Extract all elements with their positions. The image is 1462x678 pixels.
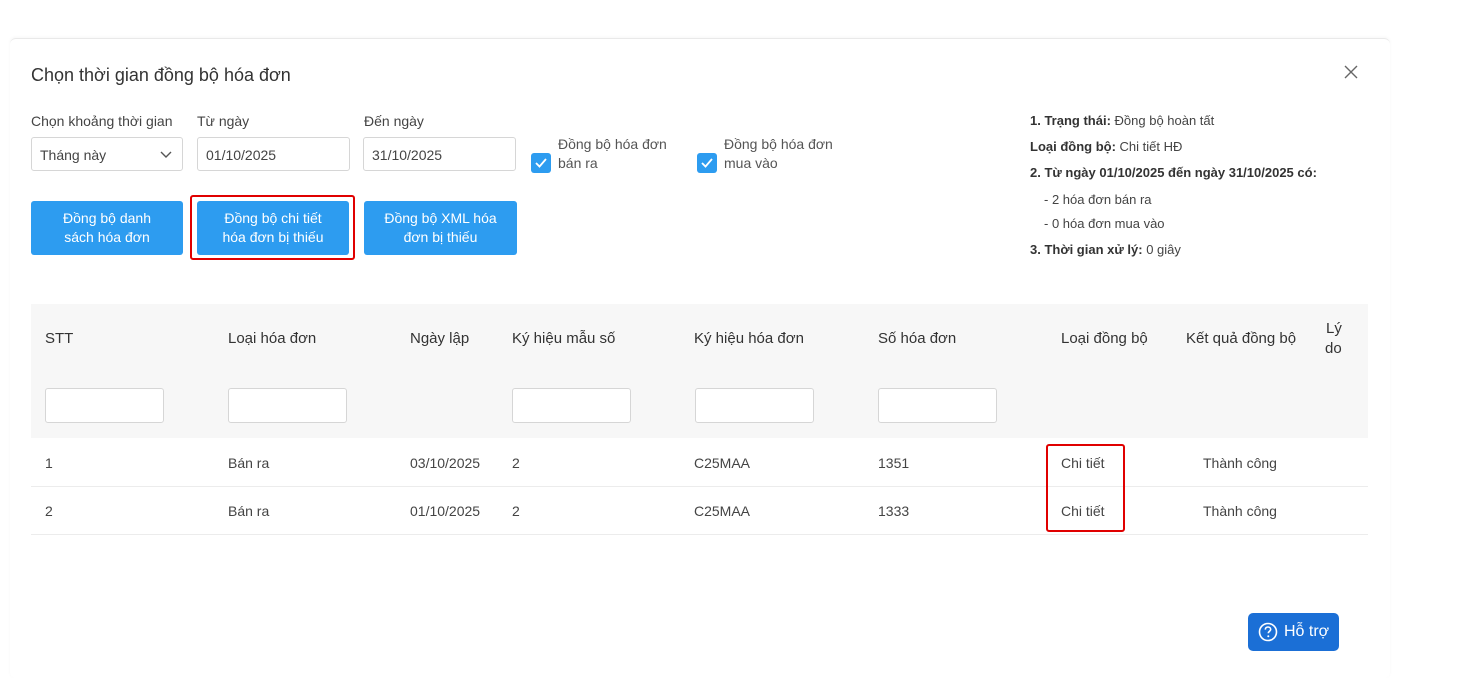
sync-xml-button-line2: đơn bị thiếu (403, 229, 478, 245)
sync-type-label: Loại đồng bộ: (1030, 139, 1116, 154)
sync-type-value: Chi tiết HĐ (1115, 139, 1183, 154)
cell-date: 03/10/2025 (410, 455, 481, 471)
cell-invoice-type: Bán ra (228, 503, 270, 519)
sync-list-button[interactable]: Đồng bộ danh sách hóa đơn (31, 201, 183, 255)
filter-number-input[interactable] (878, 388, 997, 423)
cell-invoice-type: Bán ra (228, 455, 270, 471)
status-line-5: - 0 hóa đơn mua vào (1044, 216, 1165, 231)
sync-sales-checkbox[interactable] (531, 153, 551, 173)
filter-stt-input[interactable] (45, 388, 164, 423)
support-button[interactable]: Hỗ trợ (1248, 613, 1339, 651)
column-header-reason-line2: do (1325, 340, 1342, 357)
sync-xml-button[interactable]: Đồng bộ XML hóa đơn bị thiếu (364, 201, 517, 255)
from-date-value: 01/10/2025 (206, 147, 277, 163)
check-icon (701, 158, 713, 168)
cell-date: 01/10/2025 (410, 503, 481, 519)
question-circle-icon (1258, 622, 1278, 642)
highlight-box-sync-type (1046, 444, 1125, 532)
cell-symbol: C25MAA (694, 455, 751, 471)
sync-purchase-label-line2: mua vào (724, 155, 778, 171)
to-date-label: Đến ngày (364, 113, 424, 129)
column-header-date: Ngày lập (410, 330, 470, 347)
status-line-3: 2. Từ ngày 01/10/2025 đến ngày 31/10/202… (1030, 165, 1317, 180)
from-date-label: Từ ngày (197, 113, 250, 129)
dialog-title: Chọn thời gian đồng bộ hóa đơn (31, 65, 291, 85)
cell-stt: 1 (45, 455, 53, 471)
filter-template-input[interactable] (512, 388, 631, 423)
sync-sales-label-line2: bán ra (558, 155, 598, 171)
to-date-value: 31/10/2025 (372, 147, 443, 163)
chevron-down-icon (160, 151, 172, 158)
status-label: 1. Trạng thái: (1030, 113, 1111, 128)
sync-purchase-label: Đồng bộ hóa đơn mua vào (724, 135, 833, 173)
date-range-summary: 2. Từ ngày 01/10/2025 đến ngày 31/10/202… (1030, 165, 1317, 180)
column-header-symbol: Ký hiệu hóa đơn (694, 330, 804, 347)
sync-sales-label: Đồng bộ hóa đơn bán ra (558, 135, 667, 173)
cell-result: Thành công (1203, 455, 1277, 471)
cell-number: 1333 (878, 503, 910, 519)
cell-number: 1351 (878, 455, 910, 471)
filter-symbol-input[interactable] (695, 388, 814, 423)
support-button-label: Hỗ trợ (1284, 623, 1330, 640)
column-header-template: Ký hiệu mẫu số (512, 330, 616, 347)
period-select[interactable]: Tháng này (31, 137, 183, 171)
to-date-input[interactable]: 31/10/2025 (363, 137, 516, 171)
cell-template: 2 (512, 503, 520, 519)
sync-dialog: Chọn thời gian đồng bộ hóa đơn Chọn khoả… (10, 38, 1390, 678)
period-select-value: Tháng này (40, 147, 107, 163)
sync-purchase-label-line1: Đồng bộ hóa đơn (724, 136, 833, 152)
close-icon[interactable] (1344, 65, 1364, 85)
processing-time-label: 3. Thời gian xử lý: (1030, 242, 1143, 257)
column-header-invoice-type: Loại hóa đơn (228, 330, 317, 347)
filter-invoice-type-input[interactable] (228, 388, 347, 423)
status-line-4: - 2 hóa đơn bán ra (1044, 192, 1152, 207)
period-label: Chọn khoảng thời gian (31, 113, 173, 129)
sync-xml-button-line1: Đồng bộ XML hóa (384, 210, 497, 226)
column-header-sync-type: Loại đồng bộ (1061, 330, 1148, 347)
status-line-6: 3. Thời gian xử lý: 0 giây (1030, 242, 1181, 257)
from-date-input[interactable]: 01/10/2025 (197, 137, 350, 171)
table-row[interactable]: 2 Bán ra 01/10/2025 2 C25MAA 1333 Chi ti… (31, 487, 1368, 535)
status-value: Đồng bộ hoàn tất (1110, 113, 1215, 128)
column-header-reason-line1: Lý (1326, 320, 1342, 337)
cell-symbol: C25MAA (694, 503, 751, 519)
cell-stt: 2 (45, 503, 53, 519)
processing-time-value: 0 giây (1142, 242, 1181, 257)
check-icon (535, 158, 547, 168)
table-row[interactable]: 1 Bán ra 03/10/2025 2 C25MAA 1351 Chi ti… (31, 439, 1368, 487)
column-header-stt: STT (45, 330, 74, 347)
status-line-2: Loại đồng bộ: Chi tiết HĐ (1030, 139, 1182, 154)
sync-purchase-checkbox[interactable] (697, 153, 717, 173)
status-line-1: 1. Trạng thái: Đồng bộ hoàn tất (1030, 113, 1214, 128)
column-header-number: Số hóa đơn (878, 330, 957, 347)
sync-sales-label-line1: Đồng bộ hóa đơn (558, 136, 667, 152)
cell-result: Thành công (1203, 503, 1277, 519)
highlight-box-detail-button (190, 195, 355, 260)
sync-list-button-line1: Đồng bộ danh (63, 210, 151, 226)
cell-template: 2 (512, 455, 520, 471)
sync-list-button-line2: sách hóa đơn (64, 229, 150, 245)
column-header-result: Kết quả đồng bộ (1186, 330, 1297, 347)
